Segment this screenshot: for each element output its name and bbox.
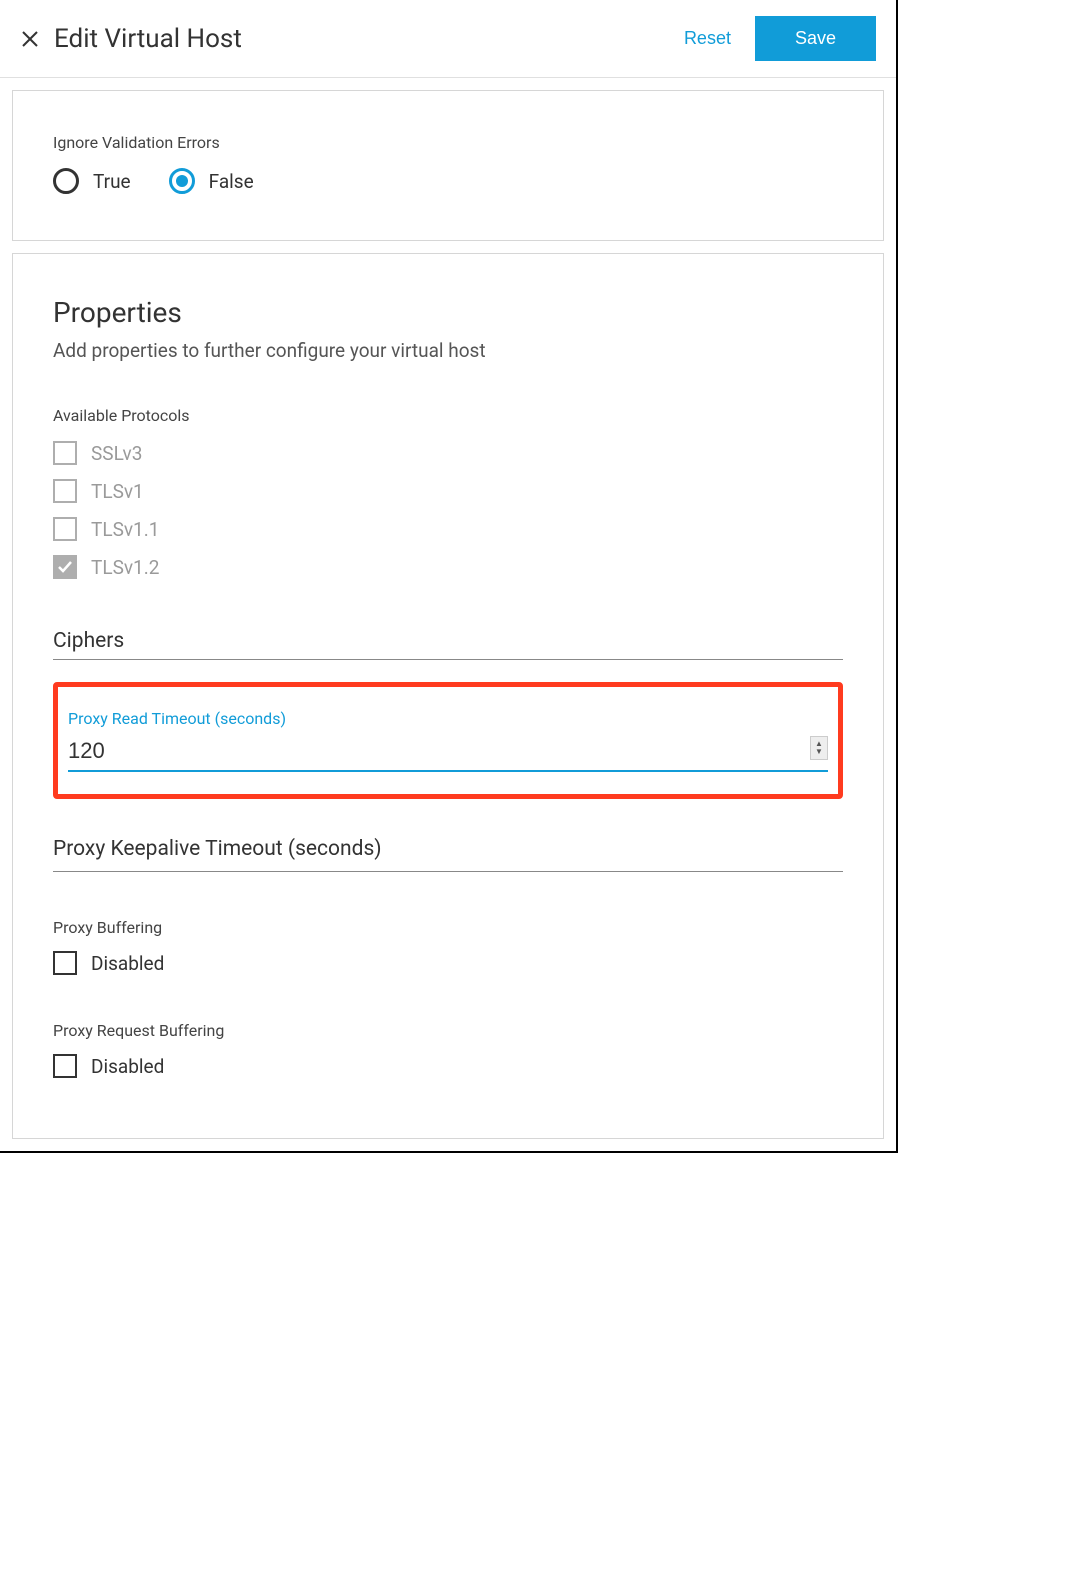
protocol-tlsv1[interactable]: TLSv1 [53,479,843,503]
radio-circle-icon [53,168,79,194]
radio-false-label: False [209,170,254,193]
dialog-header: Edit Virtual Host Reset Save [0,0,896,78]
proxy-request-buffering-disabled[interactable]: Disabled [53,1054,843,1078]
radio-false[interactable]: False [169,168,254,194]
proxy-request-buffering-label: Proxy Request Buffering [53,1021,843,1040]
proxy-read-timeout-label: Proxy Read Timeout (seconds) [68,709,828,728]
proxy-buffering-group: Proxy Buffering Disabled [53,918,843,975]
proxy-buffering-option: Disabled [91,952,164,975]
validation-panel: Ignore Validation Errors True False [12,90,884,241]
checkbox-icon [53,555,77,579]
protocol-label: TLSv1.2 [91,556,159,579]
proxy-request-buffering-group: Proxy Request Buffering Disabled [53,1021,843,1078]
protocol-label: TLSv1 [91,480,144,503]
proxy-request-buffering-option: Disabled [91,1055,164,1078]
available-protocols-label: Available Protocols [53,406,843,425]
radio-true[interactable]: True [53,168,131,194]
checkbox-icon [53,951,77,975]
proxy-read-timeout-highlight: Proxy Read Timeout (seconds) ▲▼ [53,682,843,799]
ciphers-label[interactable]: Ciphers [53,623,843,660]
properties-panel: Properties Add properties to further con… [12,253,884,1139]
number-spinner[interactable]: ▲▼ [810,736,828,760]
proxy-read-timeout-input[interactable] [68,734,828,772]
ignore-validation-label: Ignore Validation Errors [53,133,843,152]
checkbox-icon [53,517,77,541]
dialog-title: Edit Virtual Host [54,24,684,54]
proxy-buffering-label: Proxy Buffering [53,918,843,937]
radio-true-label: True [93,170,131,193]
ignore-validation-radios: True False [53,168,843,194]
ciphers-group: Ciphers [53,623,843,660]
protocol-label: TLSv1.1 [91,518,159,541]
checkbox-icon [53,441,77,465]
protocol-sslv3[interactable]: SSLv3 [53,441,843,465]
protocol-label: SSLv3 [91,442,142,465]
properties-title: Properties [53,296,843,329]
proxy-keepalive-group: Proxy Keepalive Timeout (seconds) [53,833,843,872]
checkbox-icon [53,479,77,503]
checkbox-icon [53,1054,77,1078]
protocol-tlsv11[interactable]: TLSv1.1 [53,517,843,541]
protocol-tlsv12[interactable]: TLSv1.2 [53,555,843,579]
proxy-keepalive-label[interactable]: Proxy Keepalive Timeout (seconds) [53,833,843,872]
properties-subtitle: Add properties to further configure your… [53,339,843,362]
reset-button[interactable]: Reset [684,28,731,49]
radio-circle-icon [169,168,195,194]
close-icon[interactable] [20,29,40,49]
save-button[interactable]: Save [755,16,876,61]
proxy-buffering-disabled[interactable]: Disabled [53,951,843,975]
